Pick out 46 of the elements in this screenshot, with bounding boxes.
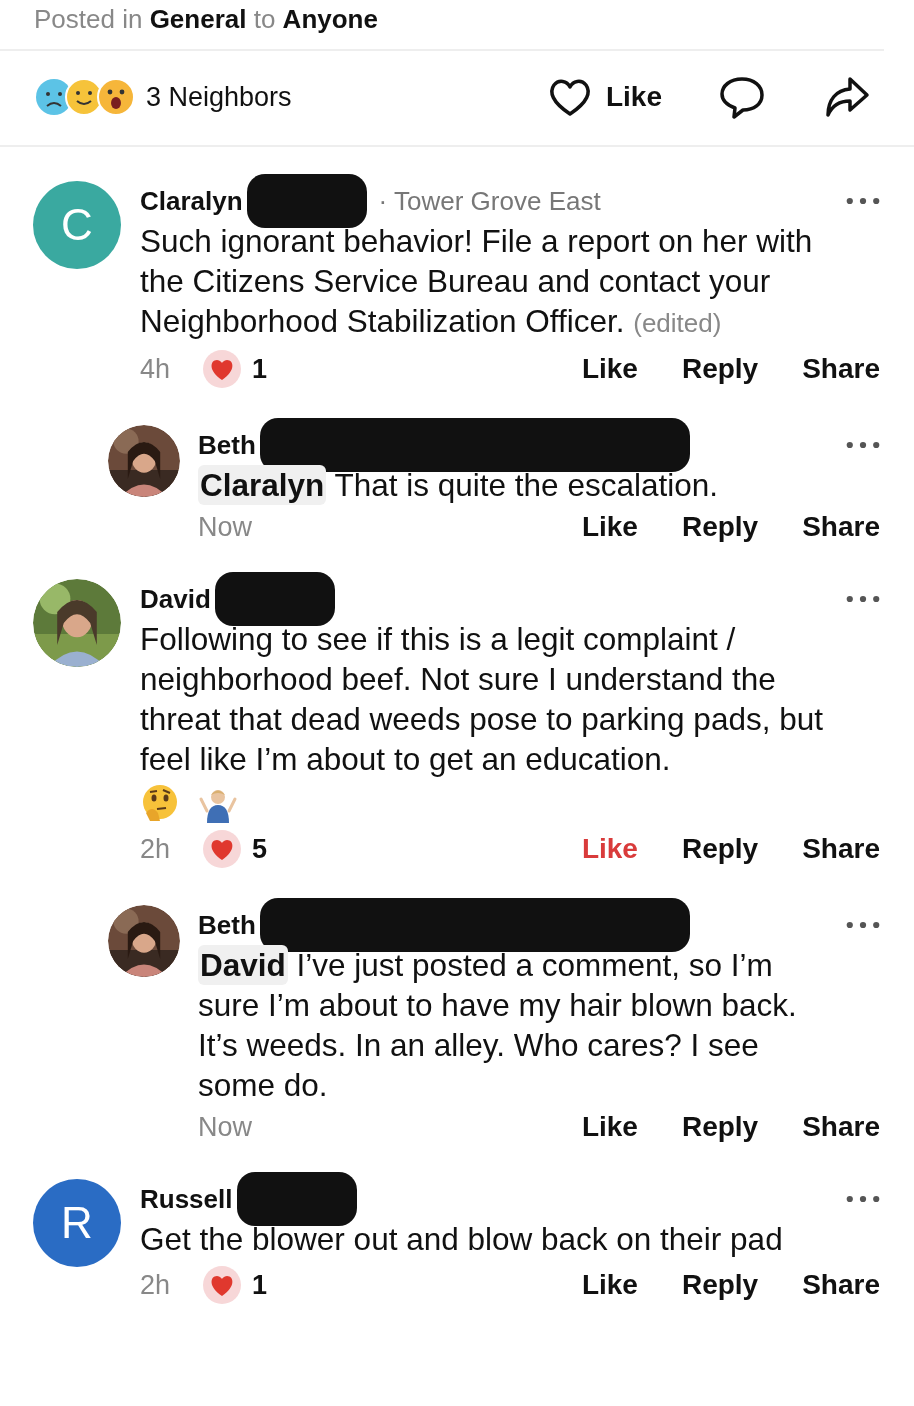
reply-link[interactable]: Reply (681, 1111, 759, 1143)
more-icon[interactable] (846, 1195, 880, 1203)
share-link[interactable]: Share (802, 1269, 880, 1301)
author-name[interactable]: Claralyn (140, 185, 243, 217)
like-link[interactable]: Like (581, 511, 638, 543)
share-link[interactable]: Share (802, 1111, 880, 1143)
timestamp: 2h (140, 1269, 172, 1301)
author-name[interactable]: Beth (198, 429, 256, 461)
share-link[interactable]: Share (802, 833, 880, 865)
reply-link[interactable]: Reply (681, 353, 759, 385)
like-link[interactable]: Like (581, 1269, 638, 1301)
timestamp: 4h (140, 353, 172, 385)
comment-text: Get the blower out and blow back on their pad (140, 1220, 784, 1259)
mention-link[interactable]: David (198, 945, 288, 985)
reaction-count: 1 (252, 1269, 268, 1301)
comment-text: Claralyn That is quite the escalation. (198, 465, 719, 505)
timestamp: Now (198, 511, 253, 543)
author-name[interactable]: Russell (140, 1183, 233, 1215)
post-location-text: Posted in General to Anyone (34, 4, 378, 34)
reply-link[interactable]: Reply (681, 833, 759, 865)
author-name[interactable]: Beth (198, 909, 256, 941)
share-link[interactable]: Share (802, 511, 880, 543)
author-name[interactable]: David (140, 583, 211, 615)
neighborhood-label: · Tower Grove East (378, 185, 601, 217)
more-icon[interactable] (846, 441, 880, 449)
timestamp: Now (198, 1111, 253, 1143)
avatar[interactable]: R (33, 1179, 121, 1267)
like-link[interactable]: Like (581, 833, 638, 865)
like-button[interactable]: Like (545, 73, 662, 121)
more-icon[interactable] (846, 595, 880, 603)
share-link[interactable]: Share (802, 353, 880, 385)
comment-text: David I’ve just posted a comment, so I’m sure I’m about to have my hair blown back. It’s weeds. In an alley. Who cares? I see some do. (198, 945, 798, 1105)
reaction-count[interactable]: 3 Neighbors (146, 81, 292, 113)
more-icon[interactable] (846, 921, 880, 929)
thinking-face-icon (140, 783, 180, 823)
reply-link[interactable]: Reply (681, 511, 759, 543)
comment-text: Such ignorant behavior! File a report on her with the Citizens Service Bureau and contact your Neighborhood Stabilization Officer. (edited) (140, 222, 814, 341)
comment-text: Following to see if this is a legit complaint / neighborhood beef. Not sure I understand the threat that dead weeds pose to parking pads, but feel like I’m about to get an education. (140, 620, 824, 779)
like-link[interactable]: Like (581, 1111, 638, 1143)
more-icon[interactable] (846, 197, 880, 205)
mention-link[interactable]: Claralyn (198, 465, 327, 505)
reaction-count: 1 (252, 353, 268, 385)
timestamp: 2h (140, 833, 172, 865)
like-link[interactable]: Like (581, 353, 638, 385)
reply-link[interactable]: Reply (681, 1269, 759, 1301)
reaction-count: 5 (252, 833, 268, 865)
